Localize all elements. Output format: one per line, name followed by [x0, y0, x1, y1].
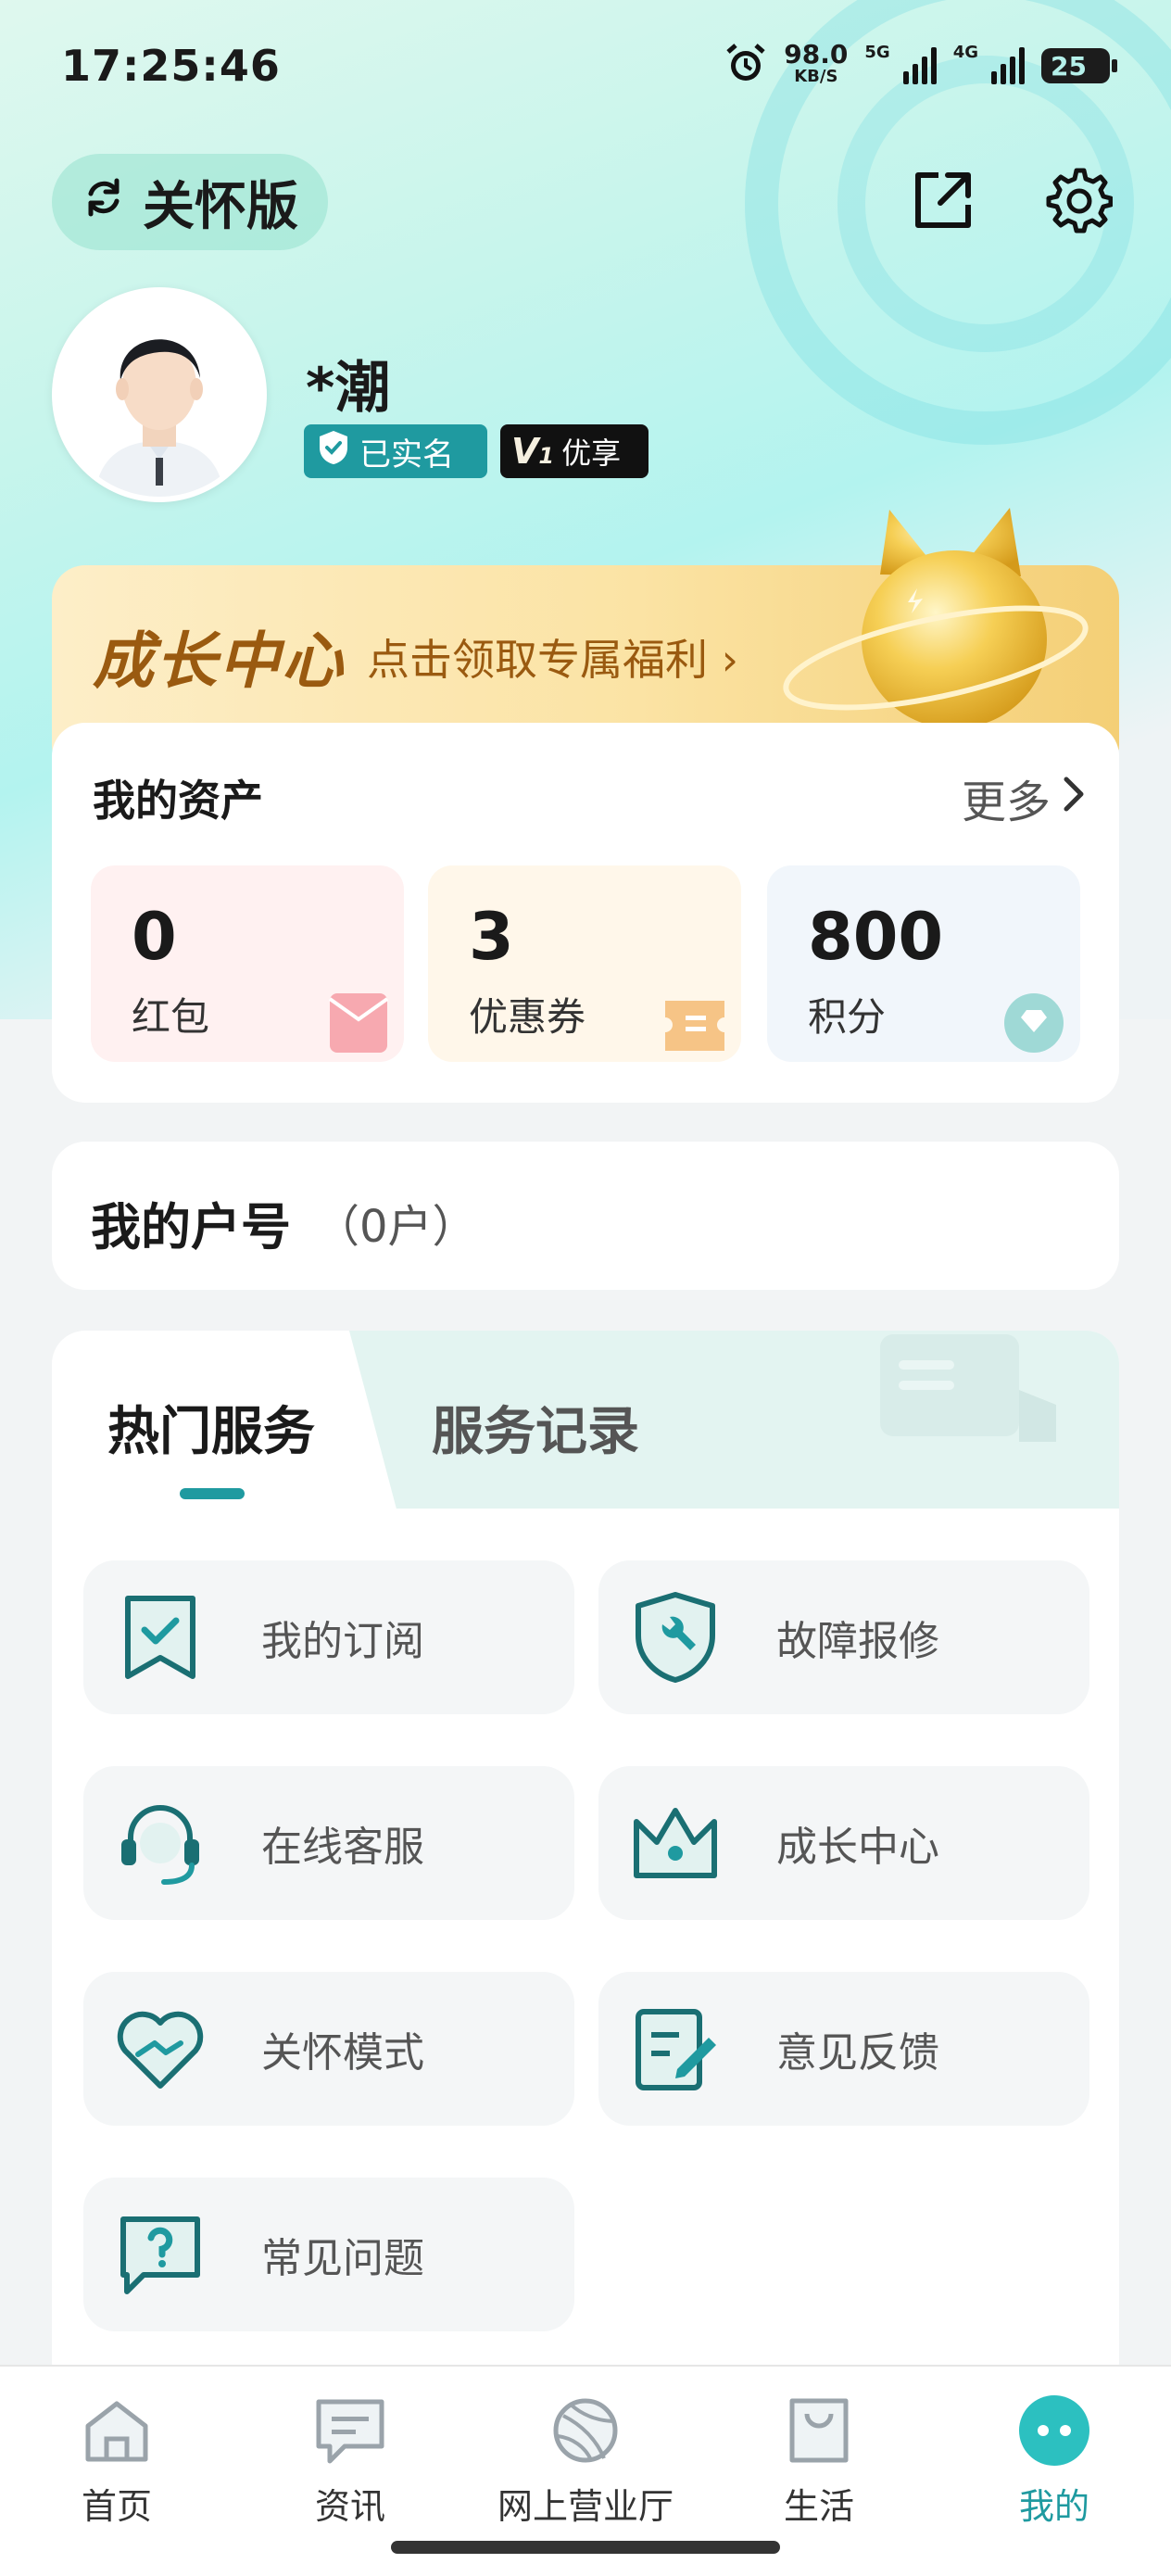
assets-title: 我的资产	[93, 776, 263, 826]
service-label: 故障报修	[776, 1618, 939, 1665]
signal-label-5g: 5G	[864, 43, 890, 62]
settings-button[interactable]	[1041, 165, 1115, 239]
service-growth-center[interactable]: 成长中心	[598, 1766, 1089, 1920]
bookmark-check-icon	[109, 1586, 211, 1688]
verified-badge[interactable]: 已实名	[304, 424, 487, 478]
care-mode-label: 关怀版	[143, 176, 298, 237]
status-icons: 98.0 KB/S 5G 4G 25	[724, 39, 1117, 89]
tab-service-records[interactable]: 服务记录	[432, 1390, 639, 1465]
nav-item-life[interactable]: 生活	[726, 2389, 912, 2529]
net-speed: 98.0 KB/S	[784, 39, 849, 87]
service-label: 在线客服	[261, 1824, 424, 1871]
diamond-icon	[1001, 988, 1067, 1058]
mascot-planet-icon	[778, 500, 1093, 741]
service-label: 常见问题	[261, 2235, 424, 2282]
headset-icon	[109, 1792, 211, 1894]
share-button[interactable]	[906, 165, 980, 239]
question-bubble-icon	[109, 2203, 211, 2305]
shopping-bag-icon	[726, 2389, 912, 2472]
service-care-mode[interactable]: 关怀模式	[83, 1972, 574, 2126]
service-feedback[interactable]: 意见反馈	[598, 1972, 1089, 2126]
assets-more-link[interactable]: 更多	[962, 765, 1086, 830]
service-label: 成长中心	[776, 1824, 939, 1871]
vip-label: 优享	[561, 436, 622, 471]
verified-label: 已实名	[359, 436, 454, 474]
service-label: 我的订阅	[261, 1618, 424, 1665]
account-title: 我的户号	[91, 1198, 291, 1256]
red-packet-icon	[326, 986, 391, 1058]
service-online-support[interactable]: 在线客服	[83, 1766, 574, 1920]
document-decoration-icon	[880, 1334, 1065, 1446]
signal-bars-icon	[902, 47, 937, 84]
coupon-icon	[661, 993, 728, 1058]
nav-item-online-hall[interactable]: 网上营业厅	[493, 2389, 678, 2529]
avatar[interactable]	[52, 287, 267, 502]
growth-center-subtitle[interactable]: 点击领取专属福利 ›	[367, 626, 738, 688]
asset-value: 800	[808, 899, 944, 975]
heart-hands-icon	[109, 1998, 211, 2100]
service-faq[interactable]: 常见问题	[83, 2178, 574, 2331]
globe-icon	[493, 2389, 678, 2472]
share-icon	[911, 168, 976, 236]
shield-check-icon	[317, 429, 350, 474]
edit-doc-icon	[624, 1998, 726, 2100]
asset-label: 红包	[132, 994, 210, 1040]
tab-hot-services[interactable]: 热门服务	[107, 1390, 315, 1465]
account-count: （0户）	[315, 1201, 477, 1253]
vip-badge[interactable]: V1 优享	[500, 424, 648, 478]
service-my-subscription[interactable]: 我的订阅	[83, 1560, 574, 1714]
chevron-right-icon	[1062, 772, 1086, 824]
status-time: 17:25:46	[61, 41, 281, 91]
refresh-icon	[82, 172, 126, 233]
asset-value: 3	[469, 899, 514, 975]
user-name: *潮	[306, 356, 391, 421]
nav-item-mine[interactable]: 我的	[962, 2389, 1147, 2529]
nav-item-home[interactable]: 首页	[24, 2389, 209, 2529]
asset-label: 积分	[808, 994, 887, 1040]
active-tab-indicator	[180, 1488, 245, 1499]
profile-face-icon	[962, 2389, 1147, 2472]
signal-bars-icon-2	[991, 47, 1025, 84]
signal-label-4g: 4G	[952, 43, 978, 62]
asset-coupon[interactable]: 3 优惠券	[428, 865, 741, 1062]
chat-icon	[258, 2389, 443, 2472]
crown-icon	[624, 1792, 726, 1894]
vip-level: V1	[511, 431, 555, 472]
alarm-icon	[724, 43, 767, 89]
gear-icon	[1044, 166, 1114, 238]
service-fault-repair[interactable]: 故障报修	[598, 1560, 1089, 1714]
service-label: 意见反馈	[776, 2029, 939, 2077]
service-label: 关怀模式	[261, 2029, 424, 2077]
asset-red-packet[interactable]: 0 红包	[91, 865, 404, 1062]
asset-points[interactable]: 800 积分	[767, 865, 1080, 1062]
asset-label: 优惠券	[469, 994, 586, 1040]
home-icon	[24, 2389, 209, 2472]
growth-center-title: 成长中心	[93, 625, 345, 697]
battery-icon: 25	[1041, 48, 1117, 83]
nav-item-news[interactable]: 资讯	[258, 2389, 443, 2529]
asset-value: 0	[132, 899, 177, 975]
wrench-shield-icon	[624, 1586, 726, 1688]
care-mode-button[interactable]: 关怀版	[52, 154, 328, 250]
home-indicator[interactable]	[391, 2541, 780, 2554]
